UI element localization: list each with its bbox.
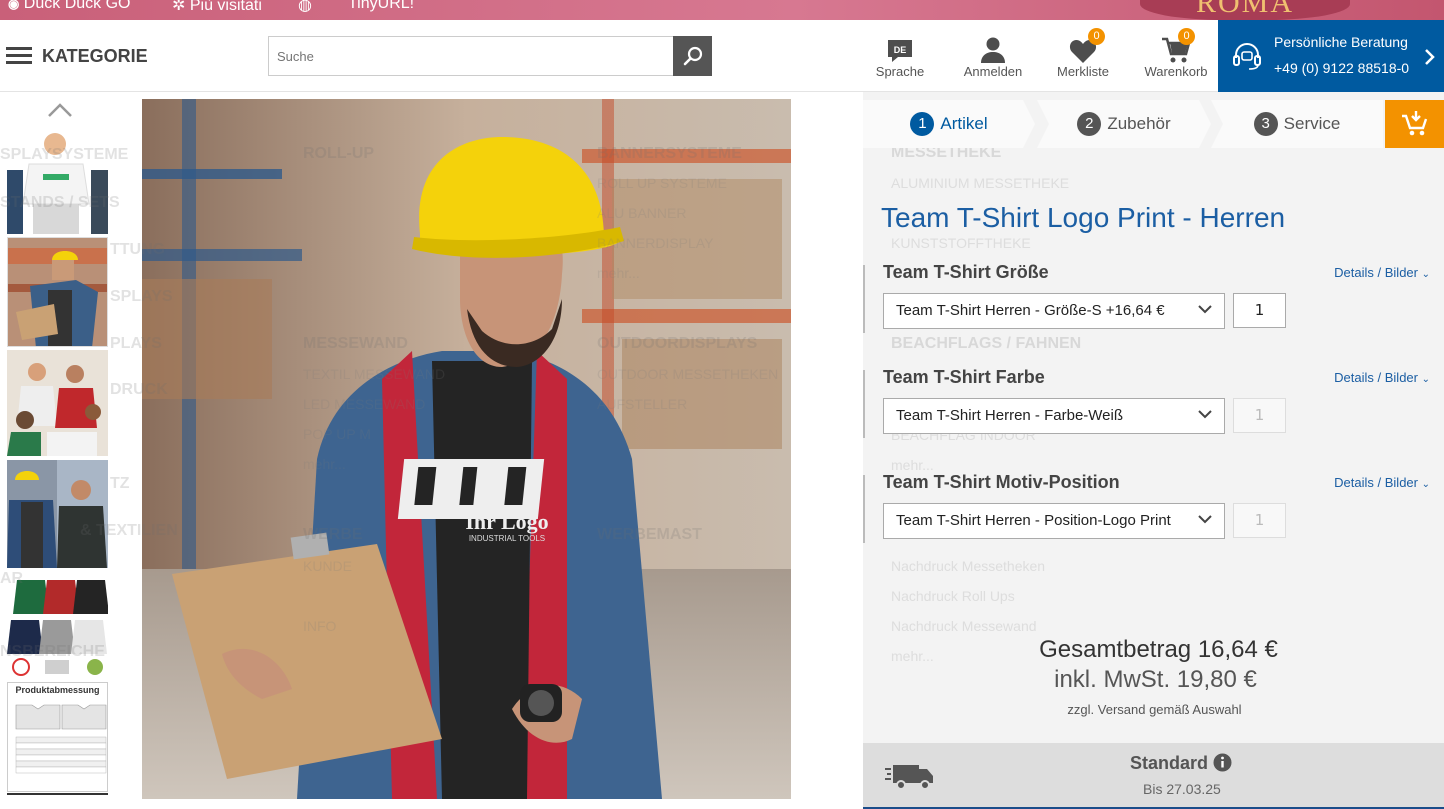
search-icon: [683, 46, 702, 66]
thumbnail-7[interactable]: Produktabmessung: [7, 682, 108, 792]
step-service[interactable]: 3 Service: [1211, 100, 1383, 148]
step-number: 1: [910, 112, 935, 136]
size-select[interactable]: Team T-Shirt Herren - Größe-S +16,64 €: [883, 293, 1225, 329]
product-config-panel: MESSETHEKE ALUMINIUM MESSETHEKE KUNSTSTO…: [863, 92, 1444, 809]
chevron-down-icon: ⌄: [1421, 374, 1430, 385]
product-main-image[interactable]: Ihr Logo INDUSTRIAL TOOLS: [142, 99, 791, 799]
user-icon: [981, 37, 1005, 63]
shipping-note: zzgl. Versand gemäß Auswahl: [1067, 702, 1242, 717]
option-size: Team T-Shirt Größe Details / Bilder ⌄ Te…: [863, 262, 1444, 355]
headset-icon: [1233, 43, 1261, 70]
thumbnail-4[interactable]: [7, 460, 108, 568]
step-label: Zubehör: [1107, 114, 1171, 133]
bookmarks-bar: ◉ Duck Duck GO ✲ Più visitati ◍ TinyURL!…: [0, 0, 1444, 20]
order-steps: 1 Artikel 2 Zubehör 3 Service: [863, 100, 1444, 148]
ghost-menu-item: Nachdruck Messewand: [891, 618, 1037, 634]
login-label: Anmelden: [963, 64, 1023, 79]
shipping-date: Bis 27.03.25: [1143, 781, 1221, 797]
step-number: 3: [1253, 112, 1278, 136]
shipping-method: Standard: [1130, 753, 1232, 774]
position-select[interactable]: Team T-Shirt Herren - Position-Logo Prin…: [883, 503, 1225, 539]
add-to-cart-step[interactable]: [1385, 100, 1444, 148]
language-selector[interactable]: DE Sprache: [872, 30, 928, 79]
total-incl-vat: inkl. MwSt. 19,80 €: [1054, 666, 1257, 693]
consultation-phone[interactable]: +49 (0) 9122 88518-0: [1274, 60, 1409, 76]
cart-label: Warenkorb: [1144, 64, 1208, 79]
wishlist-count-badge: 0: [1088, 28, 1105, 45]
globe-icon: ◍: [298, 0, 312, 14]
thumbnail-5[interactable]: [7, 576, 108, 666]
gear-icon: ✲: [172, 0, 186, 14]
shipping-option[interactable]: Standard Bis 27.03.25: [863, 743, 1444, 809]
chevron-down-icon: [1198, 410, 1212, 419]
product-title: Team T-Shirt Logo Print - Herren: [881, 202, 1286, 233]
site-header: KATEGORIE DE Sprache Anmelden 0 Merklist…: [0, 20, 1444, 92]
color-select[interactable]: Team T-Shirt Herren - Farbe-Weiß: [883, 398, 1225, 434]
step-label: Artikel: [940, 114, 988, 133]
position-quantity-input: 1: [1233, 503, 1286, 538]
bookmark-duckduckgo[interactable]: ◉ Duck Duck GO: [8, 0, 130, 13]
roma-banner: ROMA: [1140, 0, 1350, 20]
info-icon[interactable]: [1213, 753, 1232, 772]
price-summary: Gesamtbetrag 16,64 € inkl. MwSt. 19,80 €…: [863, 636, 1444, 717]
option-label: Team T-Shirt Größe: [883, 262, 1049, 282]
thumbnail-7-title: Produktabmessung: [15, 685, 100, 695]
cart-button[interactable]: 0 Warenkorb: [1142, 28, 1210, 79]
svg-text:DE: DE: [894, 45, 907, 55]
search-button[interactable]: [673, 36, 712, 76]
personal-consultation[interactable]: Persönliche Beratung +49 (0) 9122 88518-…: [1218, 20, 1444, 92]
chevron-up-icon[interactable]: [47, 102, 73, 118]
language-label: Sprache: [875, 64, 925, 79]
search-input[interactable]: [268, 36, 673, 76]
option-color: Team T-Shirt Farbe Details / Bilder ⌄ Te…: [863, 367, 1444, 460]
color-quantity-input: 1: [1233, 398, 1286, 433]
shirt-logo-text: Ihr Logo: [465, 509, 548, 534]
details-link[interactable]: Details / Bilder ⌄: [1334, 370, 1430, 385]
bookmark-tinyurl[interactable]: TinyURL!: [348, 0, 414, 13]
details-link[interactable]: Details / Bilder ⌄: [1334, 475, 1430, 490]
chevron-right-icon: [1425, 49, 1435, 65]
step-label: Service: [1283, 114, 1341, 133]
total-amount: Gesamtbetrag 16,64 €: [1039, 636, 1278, 663]
chevron-down-icon: [1198, 305, 1212, 314]
option-bar: [863, 475, 865, 543]
cart-count-badge: 0: [1178, 28, 1195, 45]
bookmark-piu-visitati[interactable]: ✲ Più visitati: [172, 0, 262, 15]
step-artikel[interactable]: 1 Artikel: [863, 100, 1035, 148]
language-flag-icon: DE: [888, 40, 912, 62]
thumbnail-divider: [7, 793, 108, 795]
thumbnail-1[interactable]: [7, 130, 108, 234]
wishlist-button[interactable]: 0 Merkliste: [1050, 28, 1116, 79]
chevron-down-icon: [1198, 515, 1212, 524]
option-label: Team T-Shirt Farbe: [883, 367, 1045, 387]
wishlist-label: Merkliste: [1056, 64, 1109, 79]
size-quantity-input[interactable]: 1: [1233, 293, 1286, 328]
category-menu-label[interactable]: KATEGORIE: [42, 46, 148, 67]
thumbnail-gallery: Produktabmessung: [0, 92, 116, 809]
option-bar: [863, 265, 865, 333]
chevron-down-icon: ⌄: [1421, 479, 1430, 490]
option-label: Team T-Shirt Motiv-Position: [883, 472, 1120, 492]
hamburger-icon[interactable]: [6, 47, 32, 65]
option-bar: [863, 370, 865, 438]
option-position: Team T-Shirt Motiv-Position Details / Bi…: [863, 472, 1444, 565]
cart-download-icon: [1401, 111, 1427, 136]
consultation-title: Persönliche Beratung: [1274, 34, 1408, 50]
ghost-menu-item: Nachdruck Roll Ups: [891, 588, 1015, 604]
ghost-menu-item: ALUMINIUM MESSETHEKE: [891, 175, 1070, 191]
truck-icon: [885, 765, 933, 790]
shirt-logo-subtext: INDUSTRIAL TOOLS: [469, 534, 545, 543]
thumbnail-3[interactable]: [7, 350, 108, 456]
step-number: 2: [1077, 112, 1102, 136]
thumbnail-2[interactable]: [7, 237, 108, 347]
login-button[interactable]: Anmelden: [958, 30, 1028, 79]
details-link[interactable]: Details / Bilder ⌄: [1334, 265, 1430, 280]
step-zubehoer[interactable]: 2 Zubehör: [1037, 100, 1211, 148]
thumbnail-6[interactable]: [7, 656, 108, 678]
ghost-menu-item: KUNSTSTOFFTHEKE: [891, 235, 1031, 251]
chevron-down-icon: ⌄: [1421, 269, 1430, 280]
